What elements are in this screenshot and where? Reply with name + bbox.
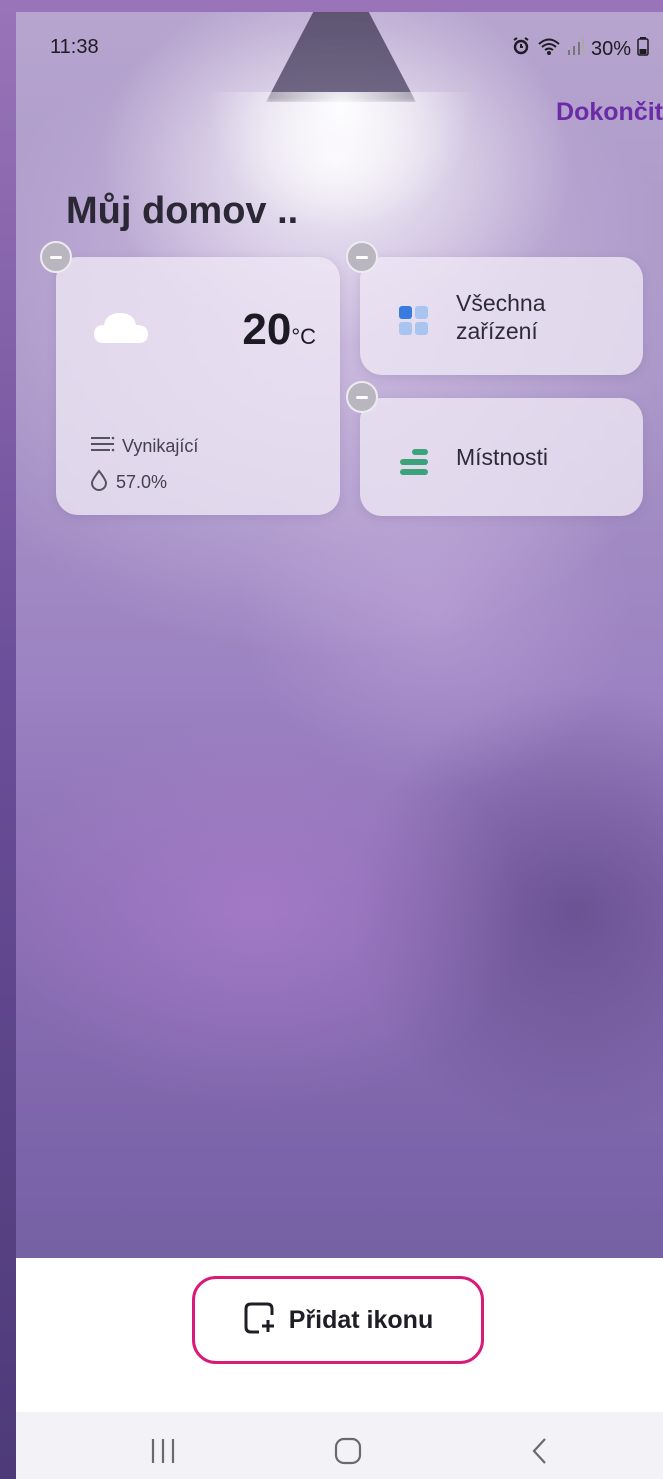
remove-all-devices-button[interactable] — [346, 241, 378, 273]
app-screen: 11:38 30% Dokončit Můj domov .. 20°C Vyn… — [16, 12, 663, 1479]
recents-icon[interactable] — [148, 1436, 178, 1471]
alarm-icon — [511, 36, 531, 62]
home-icon[interactable] — [333, 1436, 363, 1471]
battery-icon — [637, 36, 649, 62]
air-quality-label: Vynikající — [122, 436, 199, 456]
status-time: 11:38 — [50, 36, 99, 58]
temperature-unit: °C — [291, 324, 316, 349]
weather-card[interactable]: 20°C Vynikající 57.0% — [56, 257, 340, 515]
all-devices-card[interactable]: Všechna zařízení — [360, 257, 643, 375]
page-title: Můj domov .. — [66, 190, 299, 232]
cloud-icon — [92, 307, 152, 352]
droplet-icon — [90, 469, 108, 496]
signal-icon — [567, 36, 585, 62]
wifi-icon — [537, 36, 561, 62]
rooms-icon — [398, 446, 430, 483]
temperature-number: 20 — [242, 305, 292, 354]
system-navigation-bar — [16, 1412, 663, 1479]
done-button[interactable]: Dokončit — [556, 98, 663, 127]
battery-percent: 30% — [590, 37, 631, 60]
air-quality-icon — [90, 435, 116, 458]
rooms-label: Místnosti — [456, 444, 549, 470]
air-quality: Vynikající — [90, 435, 198, 458]
humidity: 57.0% — [90, 469, 167, 496]
back-icon[interactable] — [526, 1436, 556, 1471]
grid-icon — [398, 305, 430, 342]
add-widget-icon — [243, 1301, 277, 1340]
all-devices-label: Všechna zařízení — [456, 290, 546, 344]
humidity-value: 57.0% — [116, 472, 168, 492]
remove-weather-card-button[interactable] — [40, 241, 72, 273]
temperature-value: 20°C — [242, 305, 316, 355]
add-icon-label: Přidat ikonu — [288, 1305, 434, 1334]
status-bar: 11:38 30% — [16, 12, 663, 82]
bottom-sheet: Přidat ikonu — [16, 1258, 663, 1412]
remove-rooms-button[interactable] — [346, 381, 378, 413]
status-icons: 30% — [511, 36, 649, 62]
rooms-card[interactable]: Místnosti — [360, 398, 643, 516]
add-icon-button[interactable]: Přidat ikonu — [192, 1276, 484, 1364]
